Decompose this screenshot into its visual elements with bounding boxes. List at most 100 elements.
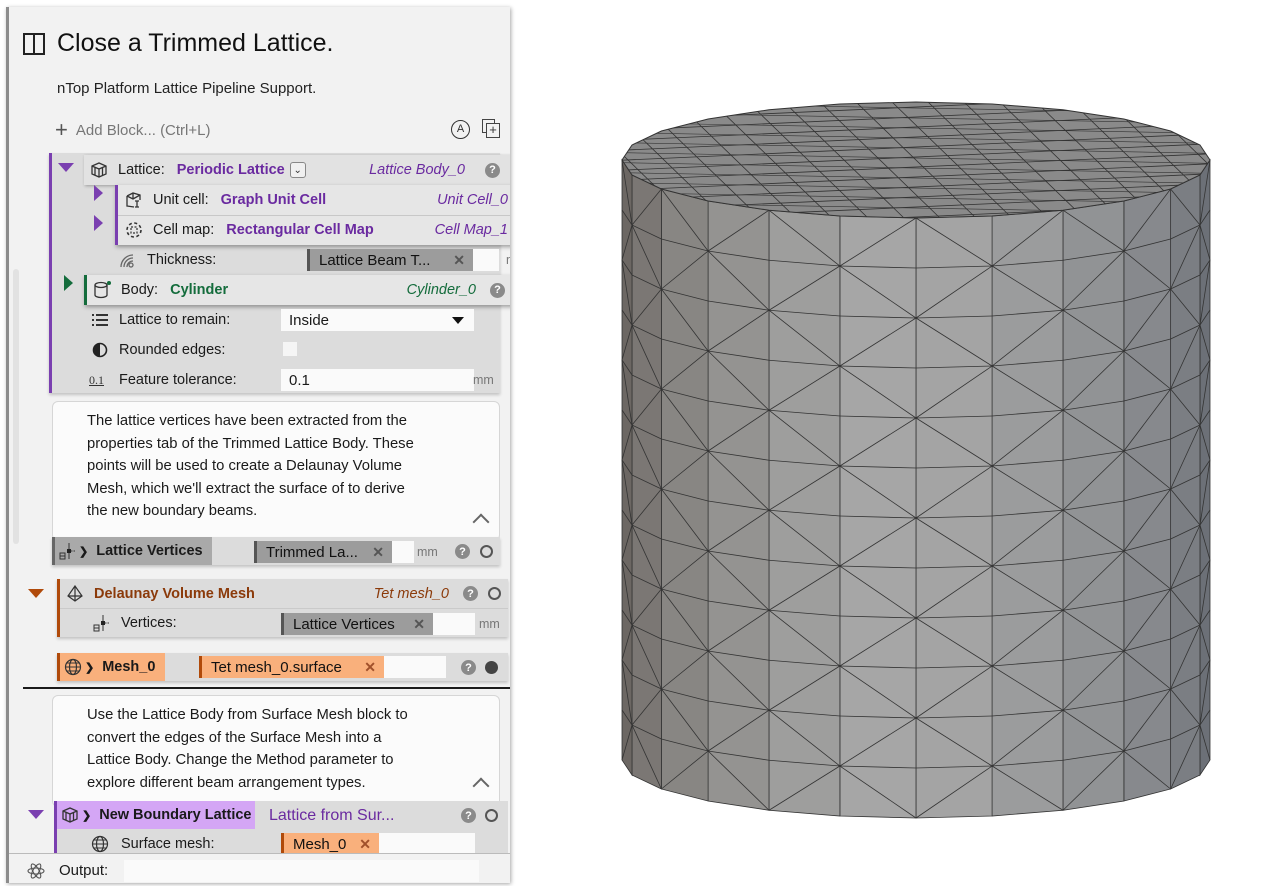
toolbar: A +	[451, 119, 500, 139]
chevron-down-icon[interactable]: ⌄	[289, 162, 306, 178]
close-icon[interactable]: ✕	[453, 252, 465, 269]
thickness-unit: mm	[506, 253, 510, 267]
thickness-icon	[117, 251, 135, 269]
feature-tolerance-row: 0.1 Feature tolerance:	[89, 365, 237, 395]
note-line: points will be used to create a Delaunay…	[87, 458, 403, 474]
help-icon[interactable]: ?	[490, 282, 505, 298]
body-input-card: Body: Cylinder Cylinder_0 ?	[84, 275, 510, 305]
globe-icon	[91, 835, 109, 853]
rounded-edges-label: Rounded edges:	[119, 342, 226, 358]
note-line: The lattice vertices have been extracted…	[87, 413, 407, 429]
note-line: Mesh, which we'll extract the surface of…	[87, 480, 405, 497]
unit-cell-label: Unit cell:	[153, 192, 209, 208]
feature-tolerance-input[interactable]: 0.1	[281, 369, 474, 391]
output-ring-icon[interactable]	[488, 587, 501, 600]
panel-split-icon[interactable]	[23, 32, 45, 55]
help-icon[interactable]: ?	[461, 808, 476, 823]
note-line: convert the edges of the Surface Mesh in…	[87, 729, 382, 746]
vertices-label: Vertices:	[121, 614, 177, 631]
rounded-edges-row: Rounded edges:	[91, 335, 225, 365]
lattice-to-remain-select[interactable]: Inside	[281, 309, 474, 331]
lattice-subinputs-card: Unit cell: Graph Unit Cell Unit Cell_0 ?…	[115, 185, 510, 245]
add-block-button[interactable]: + Add Block... (Ctrl+L)	[55, 119, 211, 141]
surface-mesh-chip[interactable]: Mesh_0 ✕	[281, 833, 379, 855]
output-ring-icon[interactable]	[485, 809, 498, 822]
close-icon[interactable]: ✕	[359, 836, 371, 853]
scrollbar[interactable]	[13, 269, 19, 544]
plus-icon: +	[55, 117, 68, 142]
notebook-title: Close a Trimmed Lattice.	[57, 29, 334, 57]
unit-cell-name: Unit Cell_0	[437, 192, 508, 208]
help-icon[interactable]: ?	[455, 544, 470, 559]
list-icon	[91, 311, 109, 329]
points-icon	[59, 542, 77, 560]
atom-icon	[27, 862, 45, 880]
chevron-down-icon[interactable]: ❯	[82, 809, 91, 822]
chevron-down-icon[interactable]: ❯	[85, 661, 94, 674]
expand-body-toggle[interactable]	[64, 275, 73, 291]
lattice-vertices-label: Lattice Vertices	[96, 543, 203, 559]
duplicate-icon[interactable]: +	[482, 119, 500, 139]
help-icon[interactable]: ?	[461, 660, 476, 675]
chevron-down-icon[interactable]: ❯	[79, 545, 88, 558]
output-ring-icon[interactable]	[480, 545, 493, 558]
globe-icon	[64, 658, 82, 676]
delaunay-label: Delaunay Volume Mesh	[94, 585, 255, 602]
expand-boundary-toggle[interactable]	[28, 810, 44, 819]
cell-map-icon	[125, 221, 143, 239]
note-line: Use the Lattice Body from Surface Mesh b…	[87, 707, 408, 723]
note-line: the new boundary beams.	[87, 503, 258, 519]
note-line: Lattice Body. Change the Method paramete…	[87, 752, 394, 768]
lattice-label: Lattice:	[118, 162, 165, 178]
thickness-label: Thickness:	[147, 252, 217, 268]
cell-map-value[interactable]: Rectangular Cell Map	[226, 222, 373, 238]
expand-delaunay-toggle[interactable]	[28, 589, 44, 598]
separator	[23, 687, 510, 689]
notebook-subtitle: nTop Platform Lattice Pipeline Support.	[57, 80, 317, 97]
add-block-label: Add Block... (Ctrl+L)	[75, 121, 211, 139]
mesh-edge	[600, 102, 616, 218]
lattice-vertices-chip[interactable]: Trimmed La... ✕	[254, 541, 392, 563]
feature-tolerance-label: Feature tolerance:	[119, 372, 237, 388]
vertices-unit: mm	[479, 617, 500, 631]
notebook-panel: Close a Trimmed Lattice. nTop Platform L…	[6, 7, 510, 883]
surface-mesh-label: Surface mesh:	[121, 836, 215, 852]
cell-map-label: Cell map:	[153, 222, 215, 238]
expand-unit-cell-toggle[interactable]	[94, 185, 103, 201]
mesh-chip[interactable]: Tet mesh_0.surface ✕	[199, 656, 384, 678]
close-icon[interactable]: ✕	[364, 659, 376, 676]
help-icon[interactable]: ?	[485, 162, 500, 178]
mesh-label-box[interactable]: ❯ Mesh_0	[57, 653, 165, 681]
caret-down-icon	[452, 317, 464, 324]
expand-lattice-toggle[interactable]	[58, 163, 74, 172]
notebook-title-row: Close a Trimmed Lattice.	[23, 29, 334, 58]
delaunay-name: Tet mesh_0	[373, 585, 449, 602]
decimal-icon: 0.1	[89, 372, 104, 387]
lattice-value[interactable]: Periodic Lattice	[177, 162, 285, 178]
output-input[interactable]	[124, 860, 479, 882]
close-icon[interactable]: ✕	[413, 616, 425, 633]
unit-cell-value[interactable]: Graph Unit Cell	[221, 192, 327, 208]
tetrahedron-icon	[66, 584, 84, 603]
help-icon[interactable]: ?	[463, 586, 478, 601]
expand-cell-map-toggle[interactable]	[94, 215, 103, 231]
body-value[interactable]: Cylinder	[170, 282, 228, 298]
cylinder-icon	[93, 281, 111, 299]
new-boundary-label: New Boundary Lattice	[99, 807, 252, 823]
lattice-vertices-value: Trimmed La...	[266, 543, 358, 561]
rounded-edges-checkbox[interactable]	[283, 342, 297, 356]
vertices-chip[interactable]: Lattice Vertices ✕	[281, 613, 433, 635]
lattice-to-remain-row: Lattice to remain:	[91, 305, 230, 335]
auto-update-icon[interactable]: A	[451, 119, 470, 139]
close-icon[interactable]: ✕	[372, 544, 384, 561]
note-line: properties tab of the Trimmed Lattice Bo…	[87, 435, 414, 452]
thickness-chip[interactable]: Lattice Beam T... ✕	[307, 249, 473, 271]
3d-viewport[interactable]	[600, 100, 1240, 830]
output-dot-icon[interactable]	[485, 661, 498, 674]
lattice-name: Lattice Body_0	[369, 162, 465, 178]
cylinder-mesh	[600, 101, 1211, 819]
surface-mesh-value: Mesh_0	[293, 835, 347, 853]
lattice-vertices-label-box[interactable]: ❯ Lattice Vertices	[52, 537, 212, 565]
new-boundary-label-box[interactable]: ❯ New Boundary Lattice	[57, 801, 255, 829]
mesh-label: Mesh_0	[102, 659, 156, 675]
